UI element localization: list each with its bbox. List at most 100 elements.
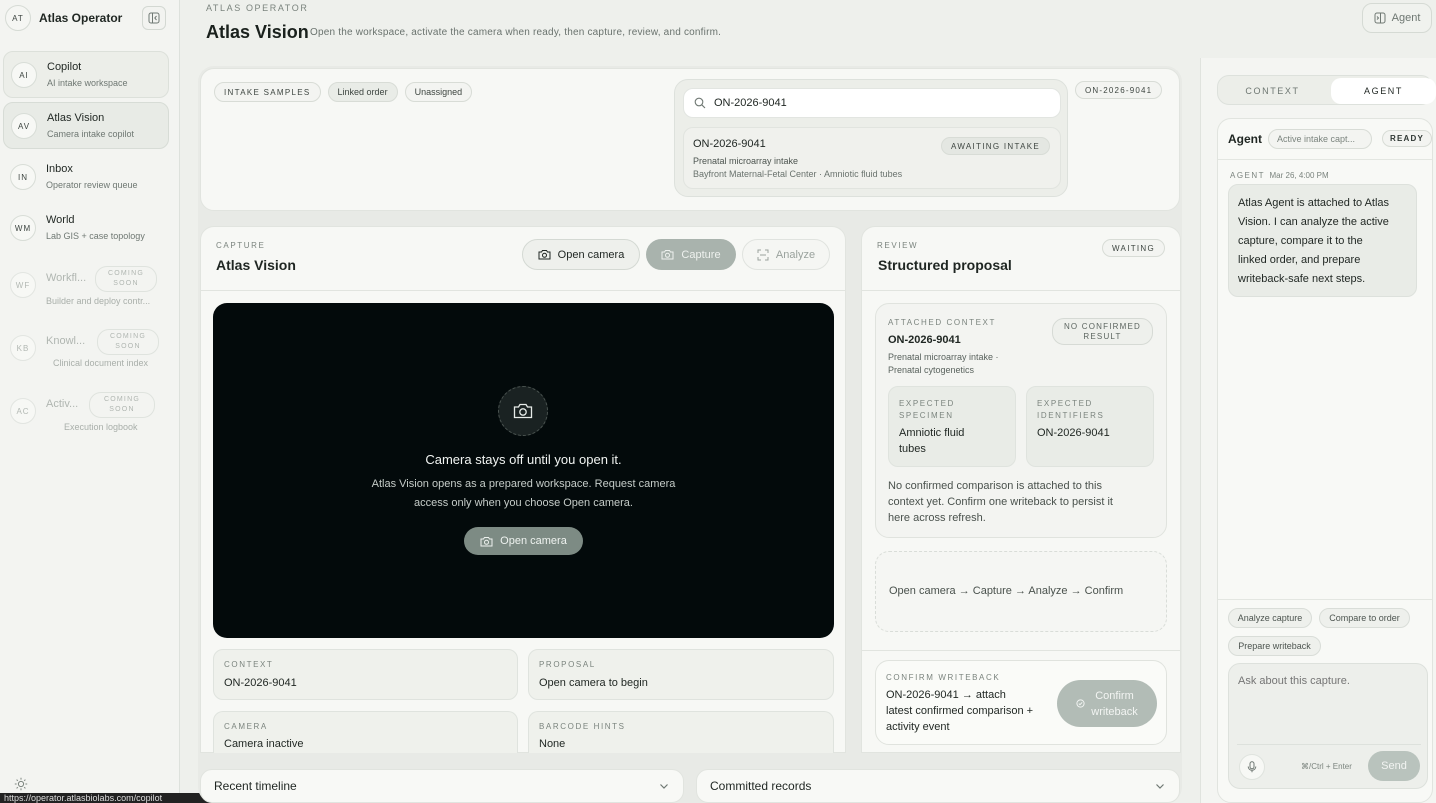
camera-icon xyxy=(513,403,533,419)
camera-placeholder-icon xyxy=(498,386,548,436)
order-search-panel: ON-2026-9041 AWAITING INTAKE Prenatal mi… xyxy=(674,79,1068,197)
nav-badge: IN xyxy=(10,164,36,190)
field-label: PROPOSAL xyxy=(539,660,596,669)
order-search-input[interactable] xyxy=(714,97,1034,109)
no-confirmed-result-badge: NO CONFIRMED RESULT xyxy=(1052,318,1153,345)
camera-icon xyxy=(661,250,674,260)
field-value: None xyxy=(539,738,566,750)
sidebar-item-workflows: WF Workfl... COMING SOON Builder and depl… xyxy=(3,264,169,311)
sun-icon xyxy=(14,777,28,791)
suggestion-prepare-writeback[interactable]: Prepare writeback xyxy=(1228,636,1321,656)
capture-button[interactable]: Capture xyxy=(646,239,736,270)
suggestion-compare-to-order[interactable]: Compare to order xyxy=(1319,608,1410,628)
nav-subtitle: Operator review queue xyxy=(46,180,138,190)
intake-samples-chip[interactable]: INTAKE SAMPLES xyxy=(214,82,321,102)
proposal-field: PROPOSAL Open camera to begin xyxy=(528,649,834,700)
send-button[interactable]: Send xyxy=(1368,751,1420,781)
sidebar-item-inbox[interactable]: IN Inbox Operator review queue xyxy=(3,154,169,201)
result-order-id: ON-2026-9041 xyxy=(693,138,766,150)
order-id-chip: ON-2026-9041 xyxy=(1075,81,1163,99)
theme-toggle-button[interactable] xyxy=(12,775,30,793)
coming-soon-badge: COMING SOON xyxy=(97,329,159,355)
camera-viewport: Camera stays off until you open it. Atla… xyxy=(213,303,834,638)
nav-subtitle: Clinical document index xyxy=(53,358,149,368)
open-camera-cta-button[interactable]: Open camera xyxy=(464,527,583,555)
sidebar-item-world[interactable]: WM World Lab GIS + case topology xyxy=(3,205,169,252)
attached-context-line-1: Prenatal microarray intake · xyxy=(888,352,999,362)
analyze-button[interactable]: Analyze xyxy=(742,239,830,270)
nav-subtitle: Builder and deploy contr... xyxy=(46,296,151,306)
panel-tabs: CONTEXT AGENT xyxy=(1217,75,1436,105)
nav-badge: WF xyxy=(10,272,36,298)
nav-subtitle: Execution logbook xyxy=(64,422,138,432)
camera-text-line-2: access only when you choose Open camera. xyxy=(414,497,633,509)
field-value: Camera inactive xyxy=(224,738,304,750)
agent-message-input[interactable] xyxy=(1238,675,1418,735)
expected-identifiers-box: EXPECTED IDENTIFIERS ON-2026-9041 xyxy=(1026,386,1154,467)
specimen-value-2: tubes xyxy=(899,443,926,455)
unassigned-chip[interactable]: Unassigned xyxy=(404,82,473,102)
search-box[interactable] xyxy=(683,88,1061,118)
expected-specimen-box: EXPECTED SPECIMEN Amniotic fluid tubes xyxy=(888,386,1016,467)
field-label: BARCODE HINTS xyxy=(539,722,626,731)
nav-title: World xyxy=(46,214,75,226)
sidebar-item-atlas-vision[interactable]: AV Atlas Vision Camera intake copilot xyxy=(3,102,169,149)
coming-soon-badge: COMING SOON xyxy=(89,392,155,418)
attached-context-id: ON-2026-9041 xyxy=(888,334,961,346)
divider xyxy=(1218,599,1432,600)
search-icon xyxy=(694,97,706,109)
nav-badge: KB xyxy=(10,335,36,361)
attached-context-caption: ATTACHED CONTEXT xyxy=(888,318,996,327)
sidebar-toggle-icon xyxy=(148,12,160,24)
intake-chips: INTAKE SAMPLES Linked order Unassigned xyxy=(214,82,473,102)
sidebar-item-copilot[interactable]: AI Copilot AI intake workspace xyxy=(3,51,169,98)
order-result-item[interactable]: ON-2026-9041 AWAITING INTAKE Prenatal mi… xyxy=(683,127,1061,189)
tab-agent[interactable]: AGENT xyxy=(1331,78,1436,104)
divider xyxy=(862,290,1180,291)
scan-icon xyxy=(757,249,769,260)
nav-title: Activ... xyxy=(46,398,79,410)
agent-toggle-button[interactable]: Agent xyxy=(1362,3,1432,33)
linked-order-chip[interactable]: Linked order xyxy=(327,82,398,102)
collapse-sidebar-button[interactable] xyxy=(142,6,166,30)
suggestion-analyze-capture[interactable]: Analyze capture xyxy=(1228,608,1312,628)
flow-steps-panel: Open camera → Capture → Analyze → Confir… xyxy=(875,551,1167,632)
check-circle-icon xyxy=(1076,699,1085,708)
result-line-2: Bayfront Maternal-Fetal Center · Amnioti… xyxy=(693,169,903,179)
field-value: Open camera to begin xyxy=(539,677,648,689)
active-context-chip[interactable]: Active intake capt... xyxy=(1268,129,1372,149)
nav-badge: WM xyxy=(10,215,36,241)
send-shortcut-hint: ⌘/Ctrl + Enter xyxy=(1301,762,1352,771)
page-title: Atlas Vision xyxy=(206,22,309,42)
review-title: Structured proposal xyxy=(878,257,1012,273)
nav-badge: AI xyxy=(11,62,37,88)
confirm-writeback-button[interactable]: Confirm writeback xyxy=(1057,680,1157,727)
brand-badge: AT xyxy=(5,5,31,31)
timeline-label: Recent timeline xyxy=(214,779,297,793)
tab-context[interactable]: CONTEXT xyxy=(1220,78,1325,104)
sidebar-item-activity: AC Activ... COMING SOON Execution logbook xyxy=(3,390,169,437)
confirm-caption: CONFIRM WRITEBACK xyxy=(886,673,1001,682)
nav-title: Copilot xyxy=(47,61,82,73)
recent-timeline-toggle[interactable]: Recent timeline xyxy=(200,769,684,803)
brand-name: Atlas Operator xyxy=(39,11,123,25)
chevron-down-icon xyxy=(660,784,668,789)
microphone-button[interactable] xyxy=(1239,754,1265,780)
camera-icon xyxy=(480,536,493,546)
agent-title: Agent xyxy=(1228,132,1262,146)
context-field: CONTEXT ON-2026-9041 xyxy=(213,649,518,700)
nav-subtitle: Camera intake copilot xyxy=(47,129,135,139)
agent-status-badge: READY xyxy=(1382,130,1433,147)
committed-records-toggle[interactable]: Committed records xyxy=(696,769,1180,803)
agent-button-label: Agent xyxy=(1391,12,1421,24)
result-line-1: Prenatal microarray intake xyxy=(693,156,799,166)
nav-badge: AC xyxy=(10,398,36,424)
capture-caption: CAPTURE xyxy=(216,241,266,250)
nav-title: Atlas Vision xyxy=(47,112,105,124)
camera-status-field: CAMERA Camera inactive xyxy=(213,711,518,753)
attached-context-line-2: Prenatal cytogenetics xyxy=(888,365,975,375)
field-value: ON-2026-9041 xyxy=(224,677,297,689)
open-camera-button[interactable]: Open camera xyxy=(522,239,640,270)
divider xyxy=(862,650,1180,651)
nav-title: Workfl... xyxy=(46,272,87,284)
